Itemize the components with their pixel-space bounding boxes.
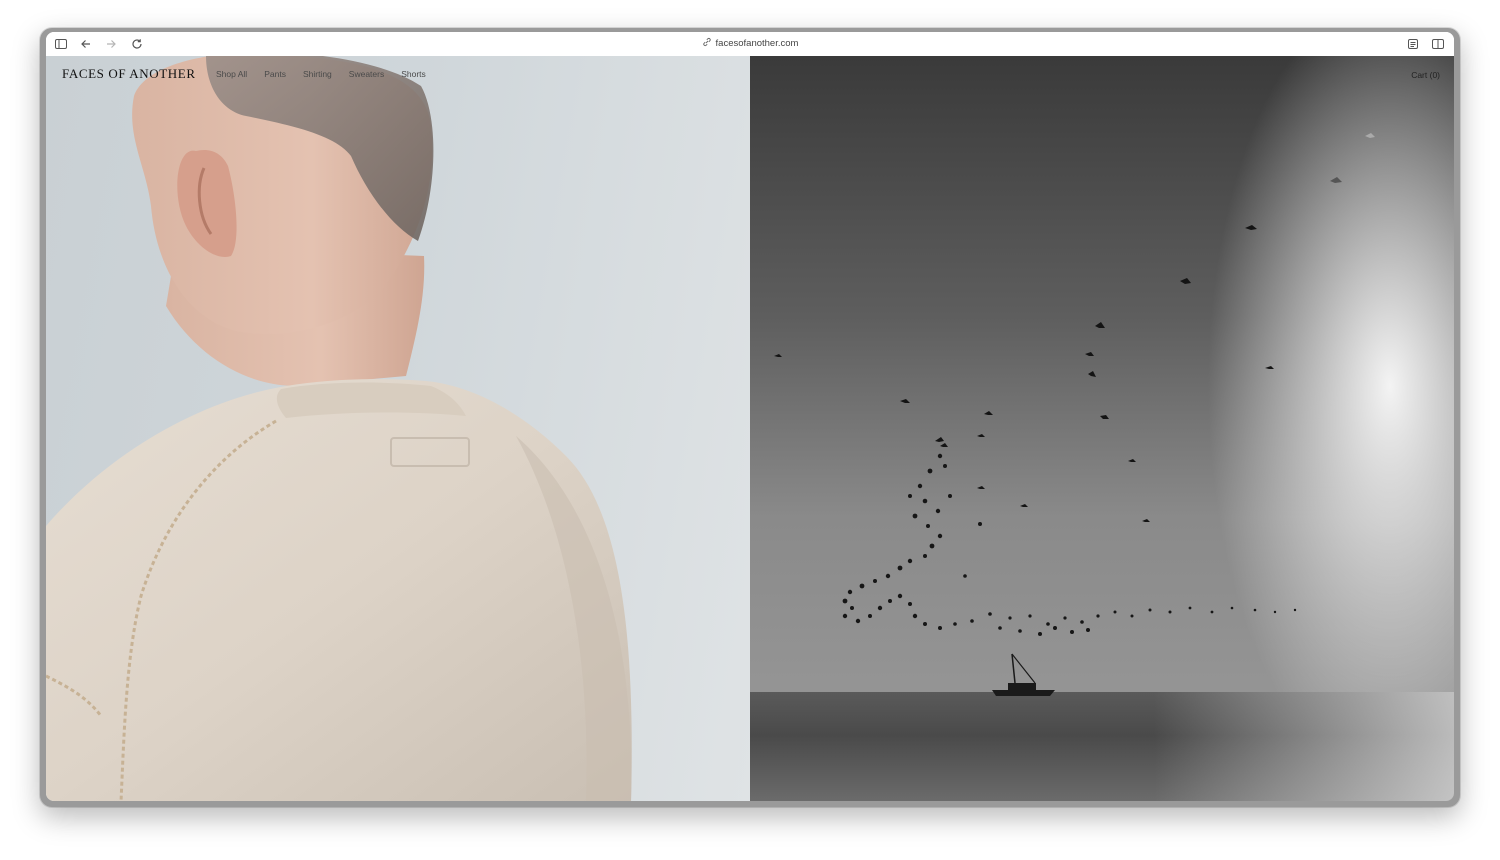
nav-shop-all[interactable]: Shop All [216, 69, 247, 79]
cart-link[interactable]: Cart (0) [1411, 70, 1440, 80]
split-view-icon[interactable] [1431, 37, 1445, 51]
nav-sweaters[interactable]: Sweaters [349, 69, 384, 79]
nav-shirting[interactable]: Shirting [303, 69, 332, 79]
url-text: facesofanother.com [715, 38, 799, 49]
main-nav: Shop All Pants Shirting Sweaters Shorts [216, 69, 426, 79]
site-logo[interactable]: FACES OF ANOTHER [62, 66, 196, 82]
birds-over-sea-photo[interactable] [750, 56, 1454, 801]
nav-shorts[interactable]: Shorts [401, 69, 426, 79]
address-bar[interactable]: facesofanother.com [46, 37, 1454, 51]
link-icon [702, 37, 712, 47]
page-content: FACES OF ANOTHER Shop All Pants Shirting… [46, 56, 1454, 801]
nav-pants[interactable]: Pants [264, 69, 286, 79]
browser-toolbar: facesofanother.com [46, 32, 1454, 57]
browser: facesofanother.com FACES OF ANOTHER Shop… [46, 32, 1454, 801]
browser-window: facesofanother.com FACES OF ANOTHER Shop… [40, 28, 1460, 807]
model-back-photo[interactable] [46, 56, 750, 801]
site-header: FACES OF ANOTHER Shop All Pants Shirting… [46, 56, 1454, 96]
reader-icon[interactable] [1406, 37, 1420, 51]
